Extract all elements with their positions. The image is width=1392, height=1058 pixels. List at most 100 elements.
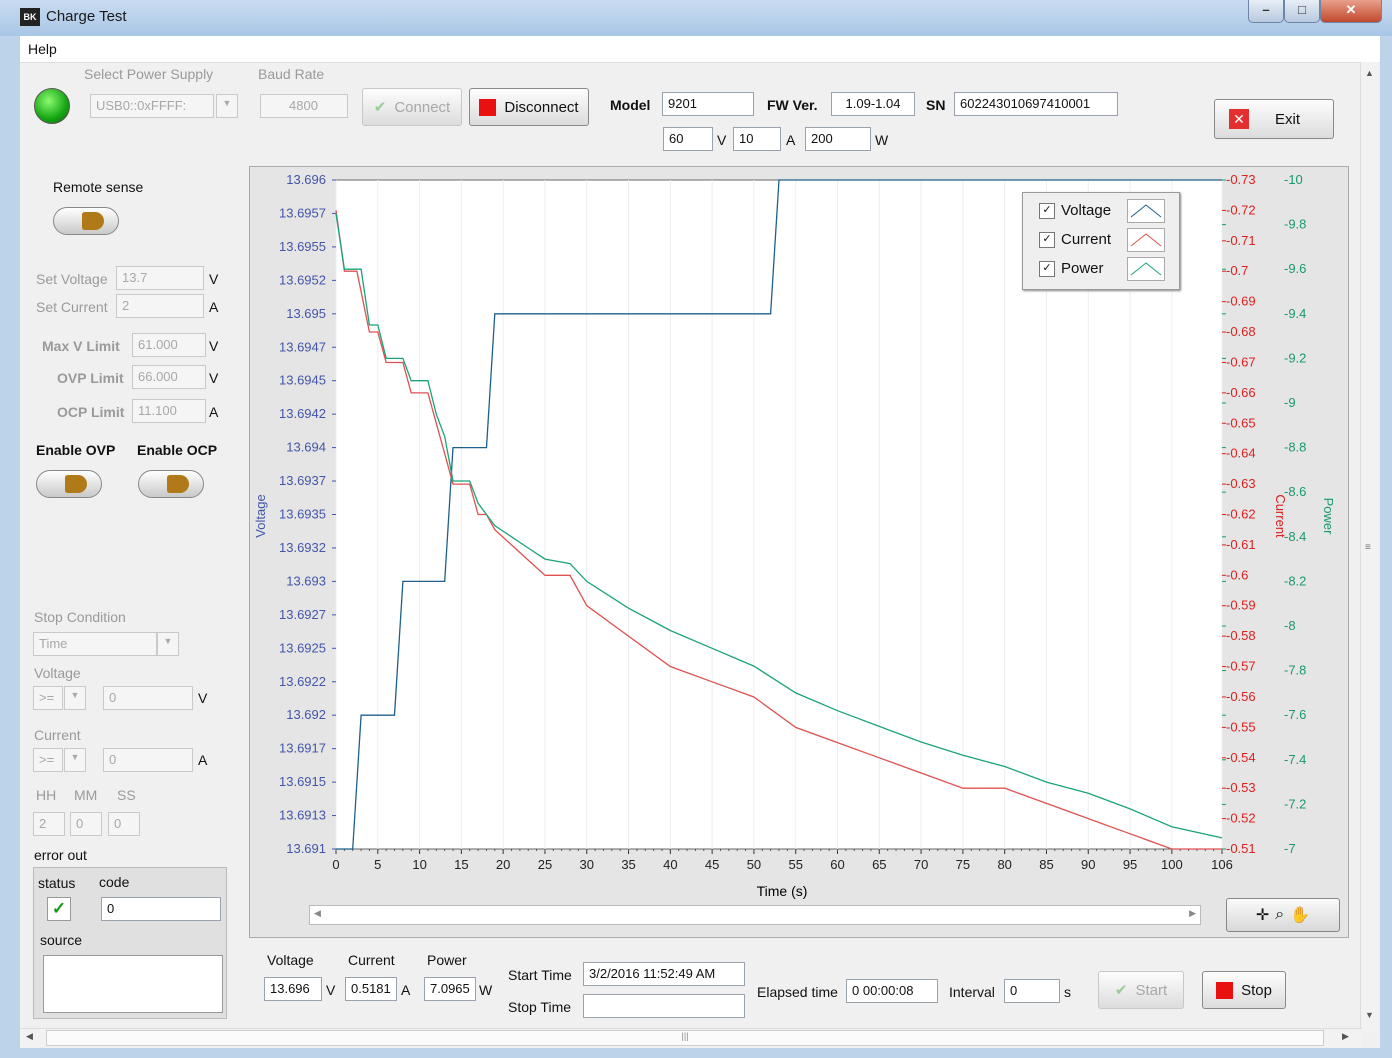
readout-current-unit: A [401,982,411,998]
y-tick-label: -7 [1284,841,1296,856]
y-axis-voltage-label: Voltage [253,494,268,537]
stop-time-label: Stop Time [508,999,572,1015]
y-tick-label: -0.73 [1226,172,1256,187]
scroll-thumb[interactable]: ||| [46,1030,1324,1046]
scroll-up-icon[interactable]: ▲ [1365,68,1374,78]
y-tick-label: 13.6932 [279,540,326,555]
y-tick-label: 13.696 [286,172,326,187]
hh-input[interactable]: 2 [33,812,65,836]
toggle-knob-icon [82,212,104,230]
y-tick-label: 13.6922 [279,674,326,689]
mm-label: MM [74,787,98,803]
y-tick-label: -0.58 [1226,628,1256,643]
y-tick-label: 13.6945 [279,373,326,388]
stop-voltage-unit: V [198,690,208,706]
readout-power-unit: W [479,982,493,998]
maximize-button[interactable]: □ [1284,0,1320,23]
y-tick-label: 13.6917 [279,741,326,756]
connect-button[interactable]: ✔ Connect [362,88,462,126]
start-button[interactable]: ✔ Start [1098,971,1184,1009]
y-tick-label: -8.2 [1284,573,1306,588]
x-tick-label: 30 [580,857,594,872]
y-tick-label: -0.57 [1226,659,1256,674]
scroll-down-icon[interactable]: ▼ [1365,1010,1374,1020]
readout-power-label: Power [427,952,467,968]
y-tick-label: -7.4 [1284,752,1306,767]
baud-rate-input[interactable]: 4800 [260,94,348,118]
stop-voltage-op[interactable]: >= [33,686,63,710]
scroll-right-icon[interactable]: ▶ [1342,1031,1349,1042]
disconnect-button[interactable]: Disconnect [469,88,589,126]
legend-power-swatch[interactable] [1127,257,1165,281]
legend-current-checkbox[interactable]: ✓ [1039,232,1055,248]
window-horizontal-scrollbar[interactable]: ◀ ||| ▶ [20,1028,1362,1047]
readout-voltage-label: Voltage [267,952,314,968]
ss-label: SS [117,787,136,803]
scroll-left-icon[interactable]: ◀ [314,908,321,919]
sn-value: 602243010697410001 [954,92,1118,116]
set-current-input[interactable]: 2 [116,294,204,318]
stop-current-op-dropdown-icon[interactable]: ▼ [64,748,86,772]
y-tick-label: 13.693 [286,573,326,588]
set-voltage-input[interactable]: 13.7 [116,266,204,290]
x-tick-label: 100 [1161,857,1183,872]
y-tick-label: 13.6913 [279,808,326,823]
power-supply-select[interactable]: USB0::0xFFFF: [90,94,214,118]
toggle-knob-icon [65,475,87,493]
chart-x-scrollbar[interactable]: ◀ ▶ [309,905,1201,925]
readout-voltage-value: 13.696 [264,977,322,1001]
x-tick-label: 70 [914,857,928,872]
legend-power-checkbox[interactable]: ✓ [1039,261,1055,277]
baud-rate-label: Baud Rate [258,66,325,82]
remote-sense-toggle[interactable] [53,207,119,235]
elapsed-time-label: Elapsed time [757,984,838,1000]
menu-help[interactable]: Help [28,41,57,57]
stop-condition-select[interactable]: Time [33,632,157,656]
y-tick-label: -9.4 [1284,306,1306,321]
x-tick-label: 60 [830,857,844,872]
x-tick-label: 35 [621,857,635,872]
x-tick-label: 90 [1081,857,1095,872]
exit-button[interactable]: ✕ Exit [1214,99,1334,139]
close-button[interactable]: ✕ [1320,0,1382,23]
y-tick-label: 13.6947 [279,339,326,354]
y-tick-label: 13.6952 [279,272,326,287]
stop-condition-label: Stop Condition [34,609,126,625]
stop-voltage-op-dropdown-icon[interactable]: ▼ [64,686,86,710]
interval-label: Interval [949,984,995,1000]
error-code-label: code [99,874,130,890]
scroll-grip-icon[interactable]: ≡ [1365,542,1371,553]
scroll-left-icon[interactable]: ◀ [26,1031,33,1042]
legend-voltage-checkbox[interactable]: ✓ [1039,203,1055,219]
legend-voltage-swatch[interactable] [1127,199,1165,223]
crosshair-cursor-icon[interactable]: ✛ [1256,905,1269,925]
y-tick-label: 13.694 [286,440,326,455]
y-tick-label: -0.61 [1226,537,1256,552]
enable-ocp-toggle[interactable] [138,470,204,498]
readout-power-value: 7.0965 [424,977,476,1001]
ovp-limit-value: 66.000 [132,365,206,389]
power-supply-dropdown-icon[interactable]: ▼ [216,94,238,118]
x-tick-label: 65 [872,857,886,872]
ss-input[interactable]: 0 [108,812,140,836]
scroll-right-icon[interactable]: ▶ [1189,908,1196,919]
mm-input[interactable]: 0 [70,812,102,836]
set-voltage-label: Set Voltage [36,271,108,287]
pan-hand-icon[interactable]: ✋ [1290,905,1310,925]
hh-label: HH [36,787,57,803]
stop-current-input[interactable]: 0 [103,748,193,772]
zoom-icon[interactable]: ⌕ [1275,906,1284,924]
y-tick-label: -0.71 [1226,233,1256,248]
error-source-textbox[interactable] [43,955,223,1013]
stop-current-op[interactable]: >= [33,748,63,772]
stop-button[interactable]: Stop [1202,971,1286,1009]
interval-input[interactable]: 0 [1004,979,1060,1003]
legend-current-swatch[interactable] [1127,228,1165,252]
minimize-button[interactable]: – [1248,0,1284,23]
stop-condition-dropdown-icon[interactable]: ▼ [157,632,179,656]
enable-ovp-toggle[interactable] [36,470,102,498]
error-status-check-icon: ✓ [47,897,71,921]
stop-voltage-input[interactable]: 0 [103,686,193,710]
window-vertical-scrollbar[interactable]: ▲ ≡ ▼ [1360,62,1379,1032]
ocp-limit-value: 11.100 [132,399,206,423]
